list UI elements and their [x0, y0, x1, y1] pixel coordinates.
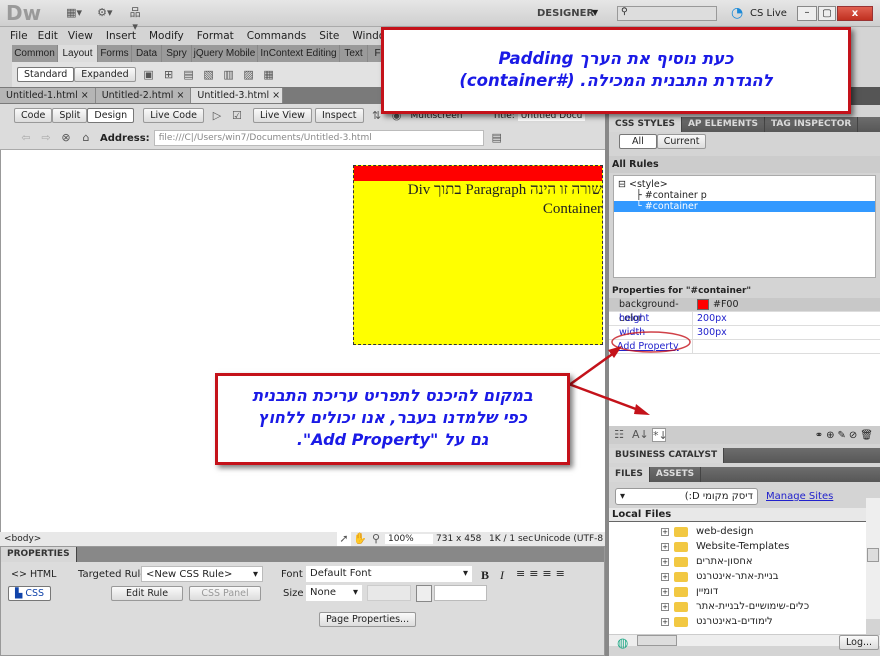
callout-middle: במקום להיכנס לתפריט עריכת התבנית כפי שלמד…	[215, 373, 570, 465]
callout-top: כעת נוסיף את הערך Padding להגדרת התבנית ה…	[381, 27, 851, 114]
